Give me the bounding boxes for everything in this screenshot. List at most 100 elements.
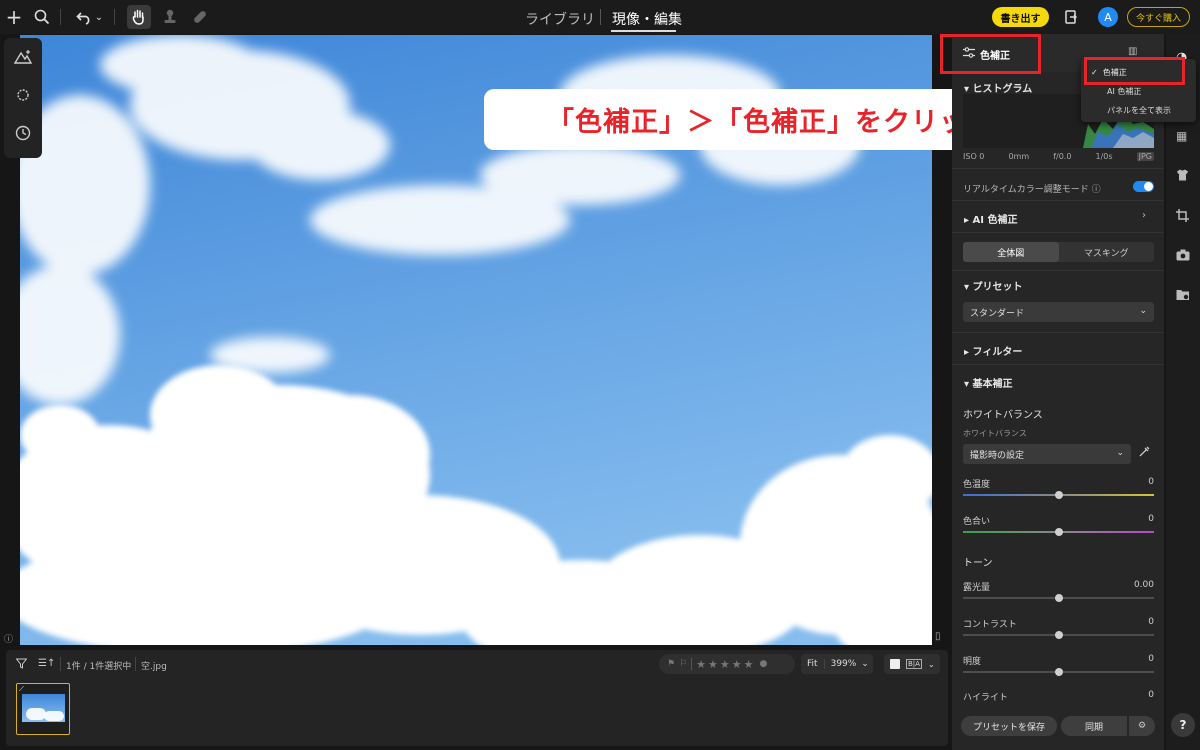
divider xyxy=(60,657,61,671)
preset-dropdown[interactable]: スタンダード ⌄ xyxy=(963,302,1154,322)
color-label-icon[interactable]: ● xyxy=(759,659,767,669)
thumbnail[interactable]: ⟋ xyxy=(16,683,70,735)
menu-item-show-all-panels[interactable]: パネルを全て表示 xyxy=(1107,105,1171,116)
undo-history-chevron-icon[interactable]: ⌄ xyxy=(92,5,106,29)
slider-label: 色合い xyxy=(963,517,991,527)
grid-icon[interactable]: ▦ xyxy=(1176,129,1187,143)
healing-brush-icon[interactable] xyxy=(188,5,212,29)
flag-pick-icon[interactable]: ⚑ xyxy=(667,659,675,669)
search-icon[interactable] xyxy=(30,5,54,29)
hand-tool-icon[interactable] xyxy=(127,5,151,29)
slider-value: 0 xyxy=(1148,514,1154,524)
basic-section-title[interactable]: ▾ 基本補正 xyxy=(964,375,1013,390)
share-to-device-icon[interactable] xyxy=(1059,5,1083,29)
white-balance-dropdown[interactable]: 撮影時の設定 ⌄ xyxy=(963,444,1131,464)
slider-thumb[interactable] xyxy=(1054,668,1063,676)
fit-button[interactable]: Fit xyxy=(801,659,825,669)
slider-value: 0 xyxy=(1148,690,1154,700)
info-icon[interactable]: ⓘ xyxy=(4,632,13,645)
sync-button[interactable]: 同期 xyxy=(1061,716,1127,736)
tab-divider xyxy=(600,9,601,25)
eyedropper-icon[interactable] xyxy=(1139,446,1150,460)
crop-icon[interactable] xyxy=(1176,209,1189,225)
active-tab-indicator xyxy=(611,30,676,32)
filter-section-title[interactable]: ▸ フィルター xyxy=(964,343,1022,358)
highlight-menu-item xyxy=(1084,57,1185,85)
right-icon-rail: ◕ ▦ ? xyxy=(1166,34,1200,750)
panel-layout-icon[interactable]: ▥ xyxy=(1128,46,1137,57)
history-icon[interactable] xyxy=(4,114,42,152)
tab-develop[interactable]: 現像・編集 xyxy=(612,12,682,28)
avatar[interactable]: A xyxy=(1098,7,1118,27)
toolbar-divider xyxy=(114,9,115,25)
slider-thumb[interactable] xyxy=(1054,491,1063,499)
compare-view-icon[interactable]: B|A xyxy=(906,659,922,669)
exif-focal: 0mm xyxy=(1008,152,1030,161)
white-balance-heading: ホワイトバランス xyxy=(963,410,1043,421)
filename: 空.jpg xyxy=(141,662,167,672)
view-chevron-icon[interactable]: ⌄ xyxy=(928,660,935,669)
slider-label: 明度 xyxy=(963,657,982,667)
top-tab-bar: ライブラリ xyxy=(525,9,595,29)
slider-value: 0 xyxy=(1148,477,1154,487)
add-icon[interactable]: + xyxy=(2,5,26,29)
auto-adjust-icon[interactable] xyxy=(4,38,42,76)
slider-thumb[interactable] xyxy=(1054,631,1063,639)
exposure-slider[interactable] xyxy=(963,594,1154,602)
panel-toggle-icon[interactable]: ▯ xyxy=(935,631,941,642)
tab-overall[interactable]: 全体図 xyxy=(963,242,1059,262)
edited-badge-icon: ⟋ xyxy=(19,685,24,693)
contrast-slider[interactable] xyxy=(963,631,1154,639)
slider-value: 0.00 xyxy=(1133,580,1154,590)
filmstrip: ☰↑ 1件 / 1件選択中 空.jpg ⚑ ⚐ ★★★★★ ● Fit 399%… xyxy=(6,650,948,746)
chevron-down-icon: ⌄ xyxy=(1116,448,1124,458)
save-preset-button[interactable]: プリセットを保存 xyxy=(961,716,1057,736)
brightness-slider[interactable] xyxy=(963,668,1154,676)
tint-slider[interactable] xyxy=(963,528,1154,536)
star-rating[interactable]: ★★★★★ xyxy=(696,658,755,671)
exif-row: ISO 0 0mm f/0.0 1/0s JPG xyxy=(963,152,1154,161)
highlight-panel-header xyxy=(940,34,1041,74)
zoom-value[interactable]: 399% xyxy=(825,659,857,669)
sync-settings-icon[interactable]: ⚙ xyxy=(1129,716,1155,736)
slider-value: 0 xyxy=(1148,654,1154,664)
help-button[interactable]: ? xyxy=(1171,713,1195,737)
sort-icon[interactable]: ☰↑ xyxy=(38,658,55,669)
tone-heading: トーン xyxy=(963,558,993,569)
zoom-chevron-icon[interactable]: ⌄ xyxy=(856,659,869,669)
mask-tabs: 全体図 マスキング xyxy=(963,242,1154,262)
view-mode-control: B|A ⌄ xyxy=(884,654,940,674)
toolbar-divider xyxy=(60,9,61,25)
buy-now-button[interactable]: 今すぐ購入 xyxy=(1127,7,1190,27)
exif-shutter: 1/0s xyxy=(1095,152,1113,161)
tab-library[interactable]: ライブラリ xyxy=(525,12,595,28)
rating-bar: ⚑ ⚐ ★★★★★ ● xyxy=(659,654,795,674)
chevron-down-icon: ⌄ xyxy=(1139,306,1147,316)
stamp-tool-icon[interactable] xyxy=(158,5,182,29)
single-view-icon[interactable] xyxy=(890,659,900,669)
realtime-mode-toggle[interactable] xyxy=(1133,181,1154,192)
export-button[interactable]: 書き出す xyxy=(992,7,1049,27)
slider-label: 露光量 xyxy=(963,583,991,593)
histogram-section-title[interactable]: ▾ ヒストグラム xyxy=(964,80,1032,95)
menu-item-ai-color[interactable]: AI 色補正 xyxy=(1107,86,1141,97)
slider-thumb[interactable] xyxy=(1054,594,1063,602)
slider-label: 色温度 xyxy=(963,480,991,490)
top-toolbar: + ⌄ ライブラリ 現像・編集 書き出す A 今すぐ購入 xyxy=(0,0,1200,34)
slider-label: ハイライト xyxy=(963,693,1008,703)
slider-thumb[interactable] xyxy=(1054,528,1063,536)
flag-reject-icon[interactable]: ⚐ xyxy=(679,659,687,669)
selection-count: 1件 / 1件選択中 xyxy=(66,662,132,672)
light-adjust-icon[interactable] xyxy=(4,76,42,114)
temperature-slider[interactable] xyxy=(963,491,1154,499)
filter-icon[interactable] xyxy=(15,658,28,672)
ai-section-title[interactable]: ▸ AI 色補正 xyxy=(964,211,1017,226)
folder-settings-icon[interactable] xyxy=(1176,289,1190,304)
preset-section-title[interactable]: ▾ プリセット xyxy=(964,278,1023,293)
ai-section-chevron-icon[interactable]: › xyxy=(1142,210,1146,221)
help-icon[interactable]: ⓘ xyxy=(1092,185,1101,195)
camera-icon[interactable] xyxy=(1176,249,1190,264)
shirt-icon[interactable] xyxy=(1176,169,1189,184)
tab-masking[interactable]: マスキング xyxy=(1059,242,1155,262)
slider-value: 0 xyxy=(1148,617,1154,627)
